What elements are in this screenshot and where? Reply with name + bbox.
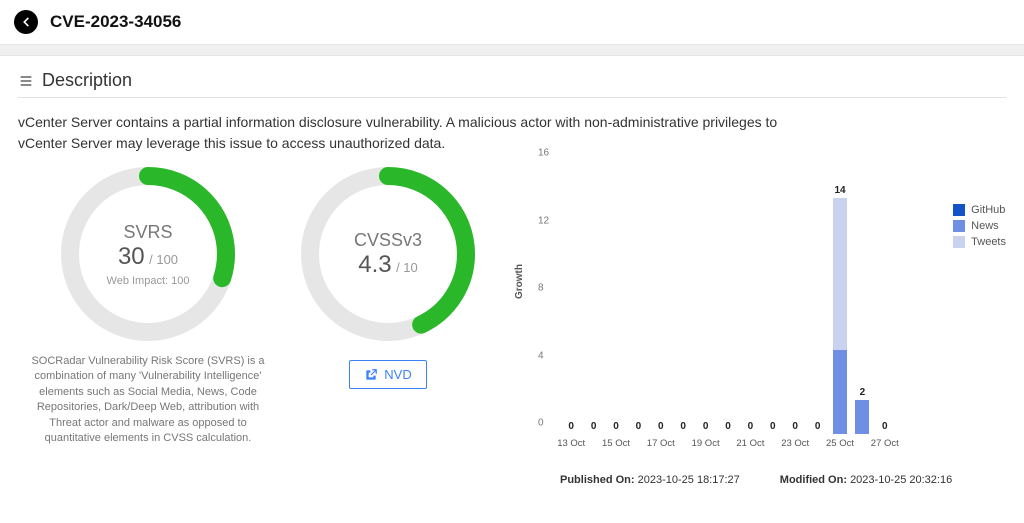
bar-total-label: 0 bbox=[613, 421, 619, 432]
svrs-value: 30 bbox=[118, 243, 145, 270]
published-label: Published On: bbox=[560, 474, 635, 486]
page-header: CVE-2023-34056 bbox=[0, 0, 1024, 44]
legend-item-tweets: Tweets bbox=[953, 236, 1006, 248]
y-axis-label: Growth bbox=[514, 264, 525, 299]
section-title-text: Description bbox=[42, 70, 132, 91]
x-tick: 15 Oct bbox=[602, 438, 630, 449]
cvss-gauge-column: CVSSv3 4.3 / 10 NVD bbox=[278, 164, 498, 486]
bar-total-label: 0 bbox=[703, 421, 709, 432]
svrs-max: / 100 bbox=[149, 252, 178, 267]
modified-value: 2023-10-25 20:32:16 bbox=[850, 474, 952, 486]
x-tick: 23 Oct bbox=[781, 438, 809, 449]
bar-total-label: 14 bbox=[834, 185, 845, 196]
x-axis: 13 Oct 15 Oct 17 Oct 19 Oct 21 Oct 23 Oct 25 O… bbox=[560, 434, 896, 464]
bar-total-label: 0 bbox=[815, 421, 821, 432]
modified-label: Modified On: bbox=[780, 474, 847, 486]
svrs-gauge: SVRS 30 / 100 Web Impact: 100 bbox=[58, 164, 238, 344]
bar-total-label: 0 bbox=[770, 421, 776, 432]
chart-legend: GitHub News Tweets bbox=[953, 204, 1006, 252]
description-section: Description vCenter Server contains a pa… bbox=[0, 56, 1024, 486]
x-tick: 13 Oct bbox=[557, 438, 585, 449]
svrs-gauge-column: SVRS 30 / 100 Web Impact: 100 SOCRadar V… bbox=[18, 164, 278, 486]
nvd-button[interactable]: NVD bbox=[349, 360, 426, 389]
bar-total-label: 0 bbox=[680, 421, 686, 432]
list-icon bbox=[18, 73, 34, 89]
growth-chart: Growth 0481216 0000000000001420 13 Oct15… bbox=[498, 164, 1006, 486]
page-title: CVE-2023-34056 bbox=[50, 12, 181, 32]
x-tick: 17 Oct bbox=[647, 438, 675, 449]
external-link-icon bbox=[364, 368, 378, 382]
bar-total-label: 0 bbox=[725, 421, 731, 432]
legend-item-github: GitHub bbox=[953, 204, 1006, 216]
cvss-value: 4.3 bbox=[358, 251, 391, 278]
bar-total-label: 0 bbox=[636, 421, 642, 432]
published-value: 2023-10-25 18:17:27 bbox=[638, 474, 740, 486]
back-button[interactable] bbox=[14, 10, 38, 34]
bar-total-label: 0 bbox=[792, 421, 798, 432]
bar-total-label: 0 bbox=[658, 421, 664, 432]
y-tick: 16 bbox=[538, 148, 1000, 159]
section-title: Description bbox=[18, 70, 1006, 98]
bar-group: 14 bbox=[833, 198, 847, 434]
bar-group: 2 bbox=[855, 400, 869, 434]
bar-segment-tweets bbox=[833, 198, 847, 350]
svrs-label: SVRS bbox=[123, 222, 172, 243]
bar-segment-news bbox=[833, 350, 847, 434]
bar-total-label: 0 bbox=[748, 421, 754, 432]
nvd-label: NVD bbox=[384, 367, 411, 382]
x-tick: 27 Oct bbox=[871, 438, 899, 449]
x-tick: 21 Oct bbox=[736, 438, 764, 449]
bar-total-label: 0 bbox=[591, 421, 597, 432]
bar-total-label: 0 bbox=[568, 421, 574, 432]
cvss-max: / 10 bbox=[396, 260, 418, 275]
cvss-label: CVSSv3 bbox=[354, 230, 422, 251]
chart-plot-area: 0000000000001420 bbox=[560, 164, 896, 434]
x-tick: 25 Oct bbox=[826, 438, 854, 449]
svrs-description: SOCRadar Vulnerability Risk Score (SVRS)… bbox=[23, 354, 273, 446]
bar-segment-news bbox=[855, 400, 869, 434]
date-row: Published On: 2023-10-25 18:17:27 Modifi… bbox=[518, 474, 1006, 486]
cvss-gauge: CVSSv3 4.3 / 10 bbox=[298, 164, 478, 344]
x-tick: 19 Oct bbox=[692, 438, 720, 449]
bar-total-label: 2 bbox=[860, 387, 866, 398]
divider bbox=[0, 44, 1024, 56]
legend-item-news: News bbox=[953, 220, 1006, 232]
content-row: SVRS 30 / 100 Web Impact: 100 SOCRadar V… bbox=[18, 164, 1006, 486]
svrs-sub: Web Impact: 100 bbox=[107, 275, 190, 287]
bar-total-label: 0 bbox=[882, 421, 888, 432]
